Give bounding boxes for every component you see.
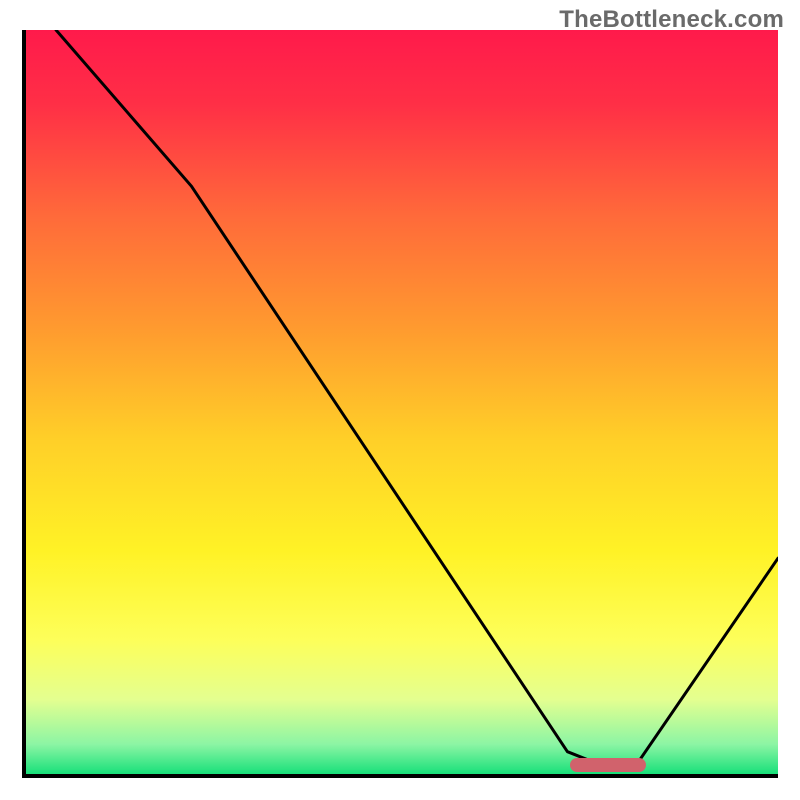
chart-frame: TheBottleneck.com	[0, 0, 800, 800]
optimal-range-marker	[570, 758, 646, 772]
bottleneck-curve	[26, 30, 778, 774]
plot-axes	[22, 30, 778, 778]
plot-area	[26, 30, 778, 774]
